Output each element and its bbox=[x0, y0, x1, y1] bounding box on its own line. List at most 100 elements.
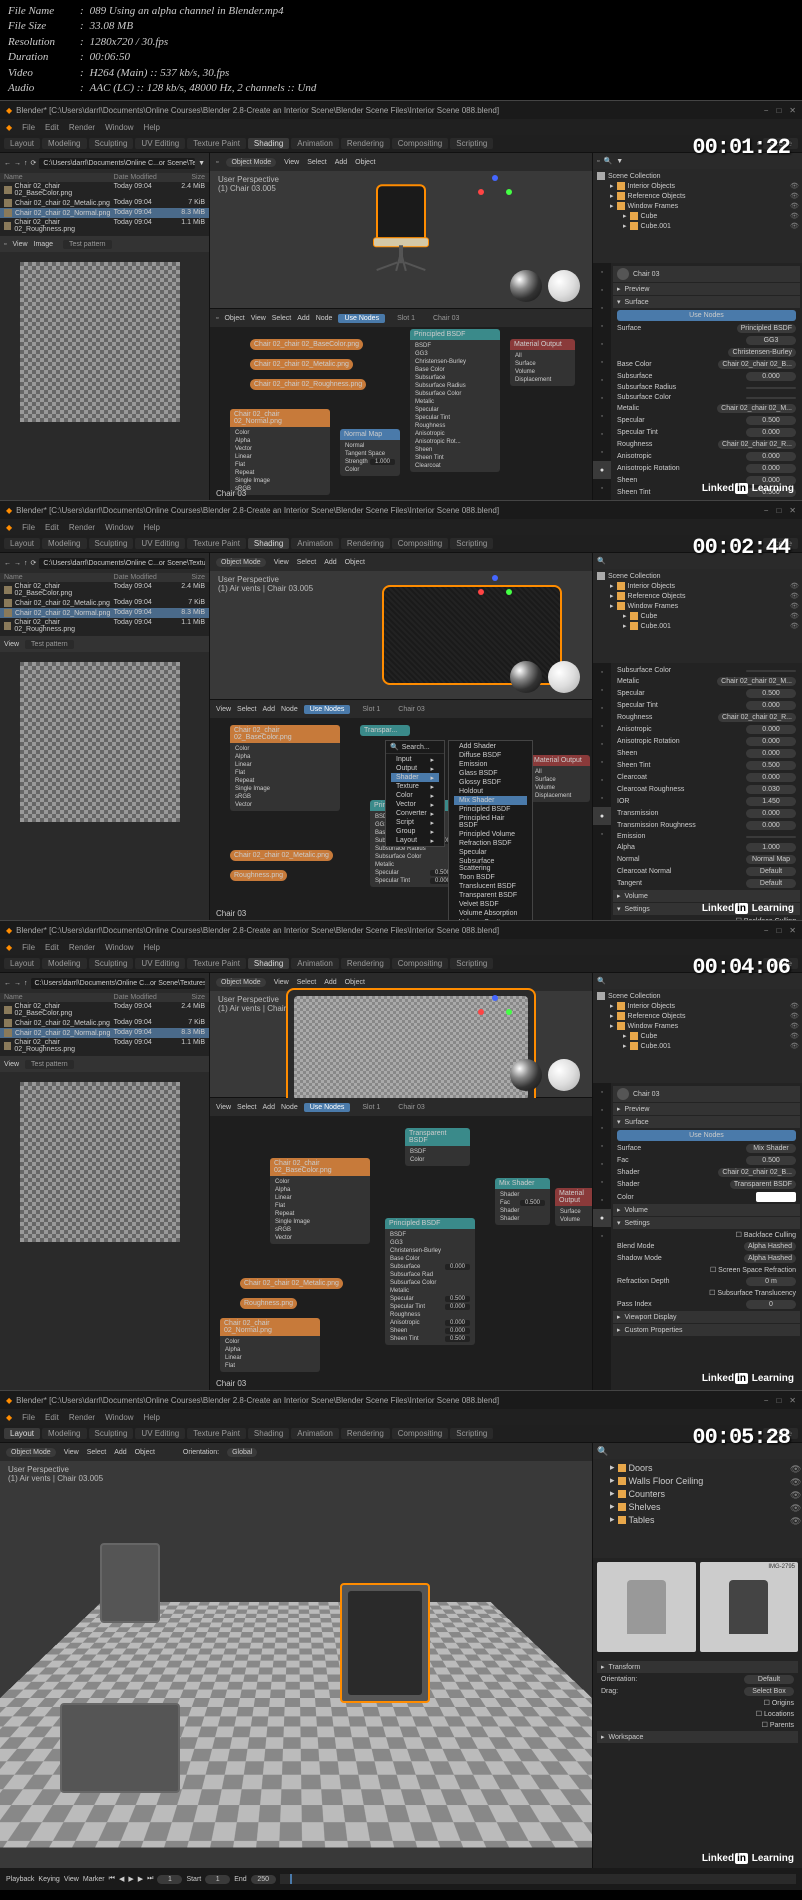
tab-uv[interactable]: UV Editing bbox=[135, 138, 185, 149]
prop-tab[interactable]: ▫ bbox=[593, 663, 611, 681]
mode-dropdown[interactable]: Object Mode bbox=[216, 978, 266, 987]
playhead[interactable] bbox=[290, 1874, 292, 1884]
prop-tab[interactable]: ▫ bbox=[593, 681, 611, 699]
menu-item[interactable]: Holdout bbox=[454, 787, 527, 796]
tab-rendering[interactable]: Rendering bbox=[341, 958, 390, 969]
editor-type-icon[interactable]: ▫ bbox=[4, 241, 6, 248]
hdri-sphere[interactable] bbox=[510, 661, 542, 693]
property-value[interactable]: 0.000 bbox=[746, 464, 796, 473]
transform-header[interactable]: ▸ Transform bbox=[597, 1661, 798, 1673]
timeline[interactable]: Playback Keying View Marker ⏮ ◀ ▶ ▶ ⏭ 1 … bbox=[0, 1868, 802, 1890]
property-value[interactable]: 0.500 bbox=[746, 761, 796, 770]
prop-tab-output[interactable]: ▫ bbox=[593, 281, 611, 299]
file-row[interactable]: Chair 02_chair 02_Roughness.pngToday 09:… bbox=[0, 1038, 209, 1054]
scene-object[interactable] bbox=[100, 1543, 160, 1623]
triangle-icon[interactable]: ▸ bbox=[610, 1012, 614, 1020]
menu-help[interactable]: Help bbox=[144, 123, 160, 132]
path-input[interactable]: C:\Users\darrl\Documents\Online C...or S… bbox=[39, 158, 195, 169]
menu-item[interactable]: Texture ▸ bbox=[391, 782, 439, 791]
ref-image-2[interactable]: IMG-2795 bbox=[700, 1562, 799, 1652]
vp-menu-object[interactable]: Object bbox=[355, 159, 375, 166]
prop-tab[interactable]: ▫ bbox=[593, 1119, 611, 1137]
eye-icon[interactable]: 👁 bbox=[790, 182, 798, 190]
node-socket-row[interactable]: Metalic bbox=[412, 398, 498, 406]
menu-item[interactable]: Add Shader bbox=[454, 742, 527, 751]
tab-texpaint[interactable]: Texture Paint bbox=[187, 958, 246, 969]
minimize-icon[interactable]: − bbox=[764, 926, 769, 935]
prop-tab[interactable]: ▫ bbox=[593, 699, 611, 717]
current-frame-input[interactable]: 1 bbox=[157, 1875, 182, 1884]
outliner-item[interactable]: ▸Reference Objects👁 bbox=[595, 1011, 800, 1021]
file-row[interactable]: Chair 02_chair 02_BaseColor.pngToday 09:… bbox=[0, 582, 209, 598]
customprops-header[interactable]: ▸ Custom Properties bbox=[613, 1324, 800, 1336]
triangle-icon[interactable]: ▸ bbox=[610, 1501, 615, 1512]
tab-scripting[interactable]: Scripting bbox=[450, 538, 493, 549]
property-value[interactable]: Default bbox=[746, 879, 796, 888]
property-value[interactable]: Chair 02_chair 02_R... bbox=[718, 713, 796, 722]
eye-icon[interactable]: 👁 bbox=[790, 1490, 798, 1498]
eye-icon[interactable]: 👁 bbox=[790, 612, 798, 620]
principled-bsdf-node[interactable]: Principled BSDF BSDFGG3Christensen-Burle… bbox=[410, 329, 500, 472]
preview-header[interactable]: ▸ Preview bbox=[613, 283, 800, 295]
volume-header[interactable]: ▸ Volume bbox=[613, 1204, 800, 1216]
prop-tab[interactable]: ▫ bbox=[593, 717, 611, 735]
menu-item[interactable]: Toon BSDF bbox=[454, 873, 527, 882]
vpdisplay-header[interactable]: ▸ Viewport Display bbox=[613, 1311, 800, 1323]
vp-menu-add[interactable]: Add bbox=[324, 559, 336, 566]
menu-item[interactable]: Glass BSDF bbox=[454, 769, 527, 778]
node-socket-row[interactable]: Surface bbox=[512, 360, 573, 368]
tab-rendering[interactable]: Rendering bbox=[341, 538, 390, 549]
node-socket-row[interactable]: Base Color bbox=[412, 366, 498, 374]
editor-type-icon[interactable]: ▫ bbox=[597, 158, 599, 165]
prop-tab[interactable]: ▫ bbox=[593, 735, 611, 753]
search-icon[interactable]: 🔍 bbox=[597, 557, 606, 565]
minimize-icon[interactable]: − bbox=[764, 106, 769, 115]
tab-layout[interactable]: Layout bbox=[4, 1428, 40, 1439]
normal-tex-node[interactable]: Chair 02_chair 02_Normal.png ColorAlpha … bbox=[220, 1318, 320, 1372]
tex-node-metalic[interactable]: Chair 02_chair 02_Metalic.png bbox=[230, 850, 333, 861]
outliner-item[interactable]: ▸Cube👁 bbox=[595, 1031, 800, 1041]
slot-dropdown[interactable]: Slot 1 bbox=[356, 1103, 386, 1112]
material-output-node[interactable]: Material Output AllSurfaceVolumeDisplace… bbox=[530, 755, 590, 802]
timeline-playback-menu[interactable]: Playback bbox=[6, 1876, 34, 1883]
orientation-dropdown[interactable]: Default bbox=[744, 1675, 794, 1684]
tab-sculpting[interactable]: Sculpting bbox=[89, 138, 134, 149]
property-value[interactable] bbox=[746, 397, 796, 399]
3d-viewport[interactable]: Object Mode View Select Add Object User … bbox=[210, 973, 592, 1098]
menu-render[interactable]: Render bbox=[69, 943, 95, 952]
ne-menu-view[interactable]: View bbox=[216, 1104, 231, 1111]
shadow-mode-dropdown[interactable]: Alpha Hashed bbox=[744, 1254, 796, 1263]
tab-sculpting[interactable]: Sculpting bbox=[89, 958, 134, 969]
node-socket-row[interactable]: Christensen-Burley bbox=[412, 358, 498, 366]
basecolor-tex-node[interactable]: Chair 02_chair 02_BaseColor.png Color Al… bbox=[270, 1158, 370, 1244]
node-socket-row[interactable]: Subsurface Radius bbox=[412, 382, 498, 390]
shader-submenu-popup[interactable]: Add ShaderDiffuse BSDFEmissionGlass BSDF… bbox=[448, 740, 533, 920]
outliner-item[interactable]: ▸Window Frames👁 bbox=[595, 601, 800, 611]
property-value[interactable]: 0.000 bbox=[746, 372, 796, 381]
menu-item[interactable]: Principled Hair BSDF bbox=[454, 814, 527, 830]
property-value[interactable]: Chair 02_chair 02_B... bbox=[718, 360, 796, 369]
tab-layout[interactable]: Layout bbox=[4, 138, 40, 149]
color-swatch[interactable] bbox=[756, 1192, 796, 1202]
menu-edit[interactable]: Edit bbox=[45, 523, 59, 532]
triangle-icon[interactable]: ▸ bbox=[610, 1488, 615, 1499]
eye-icon[interactable]: 👁 bbox=[790, 1503, 798, 1511]
settings-header[interactable]: ▾ Settings bbox=[613, 1217, 800, 1229]
hdri-sphere[interactable] bbox=[510, 1059, 542, 1091]
outliner-scene[interactable]: Scene Collection bbox=[595, 571, 800, 581]
outliner-scene[interactable]: Scene Collection bbox=[595, 991, 800, 1001]
property-value[interactable] bbox=[746, 387, 796, 389]
material-dropdown[interactable]: Chair 03 bbox=[427, 314, 465, 323]
timeline-track[interactable] bbox=[280, 1874, 796, 1884]
parents-check[interactable]: ☐ Parents bbox=[762, 1721, 794, 1729]
menu-item[interactable]: Diffuse BSDF bbox=[454, 751, 527, 760]
menu-item[interactable]: Principled Volume bbox=[454, 830, 527, 839]
property-value[interactable]: 1.450 bbox=[746, 797, 796, 806]
eye-icon[interactable]: 👁 bbox=[790, 1022, 798, 1030]
menu-edit[interactable]: Edit bbox=[45, 1413, 59, 1422]
nav-up-icon[interactable]: ↑ bbox=[24, 160, 28, 167]
prop-tab-physics[interactable]: ▫ bbox=[593, 407, 611, 425]
menu-item[interactable]: Shader ▸ bbox=[391, 773, 439, 782]
volume-header[interactable]: ▸ Volume bbox=[613, 890, 800, 902]
property-value[interactable] bbox=[746, 836, 796, 838]
